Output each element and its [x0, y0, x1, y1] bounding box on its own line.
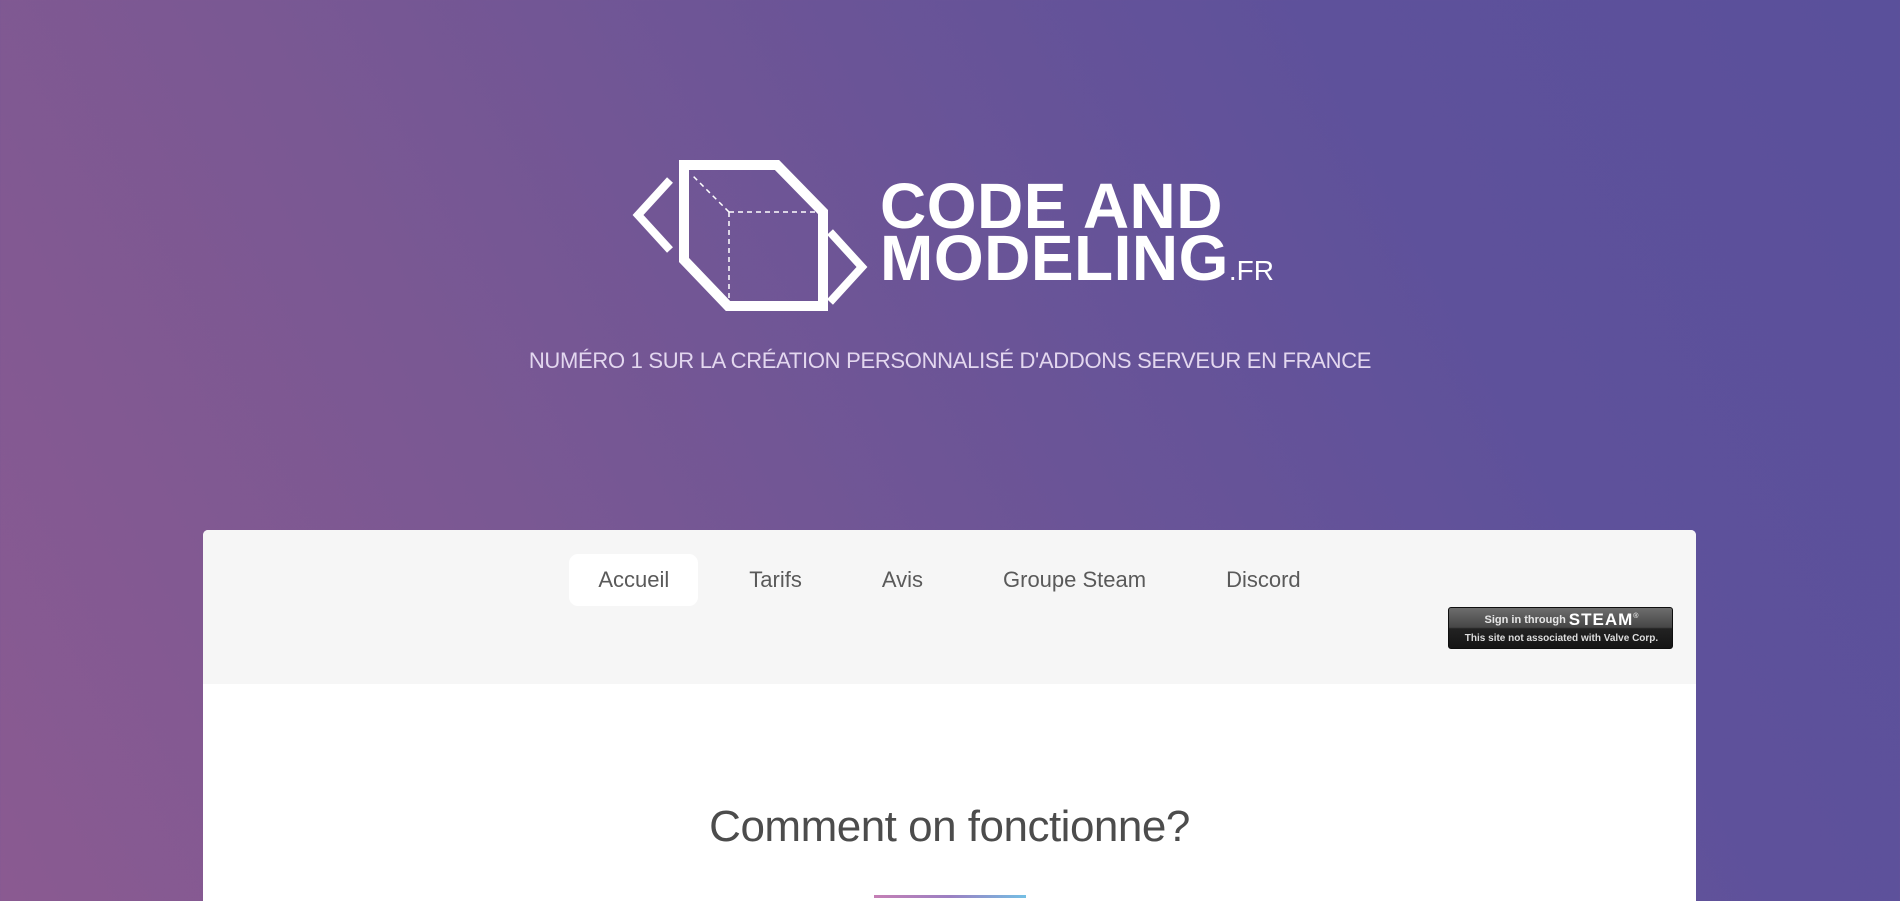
steam-login-small-text: Sign in through — [1484, 614, 1566, 626]
nav-item-avis[interactable]: Avis — [853, 554, 952, 606]
brand-name-main: MODELING — [880, 222, 1229, 294]
steam-login-top: Sign in through STEAM® — [1449, 610, 1674, 630]
steam-login-disclaimer: This site not associated with Valve Corp… — [1464, 633, 1659, 644]
nav-menu: Accueil Tarifs Avis Groupe Steam Discord — [203, 554, 1696, 606]
steam-login-button[interactable]: Sign in through STEAM® This site not asso… — [1448, 607, 1673, 649]
nav-item-accueil[interactable]: Accueil — [569, 554, 699, 606]
hero-header: CODE AND MODELING.FR NUMÉRO 1 SUR LA CRÉ… — [0, 0, 1900, 530]
brand-logo[interactable]: CODE AND MODELING.FR — [630, 160, 1274, 315]
section-title: Comment on fonctionne? — [709, 802, 1190, 851]
steam-logo-text: STEAM — [1568, 610, 1634, 629]
title-underline-divider — [874, 895, 1026, 898]
nav-item-groupe-steam[interactable]: Groupe Steam — [974, 554, 1175, 606]
tagline: NUMÉRO 1 SUR LA CRÉATION PERSONNALISÉ D'… — [528, 348, 1372, 373]
cube-in-code-brackets-icon — [632, 160, 868, 311]
steam-registered-mark: ® — [1633, 612, 1639, 620]
navbar: Accueil Tarifs Avis Groupe Steam Discord… — [203, 530, 1696, 684]
brand-name-line2: MODELING.FR — [880, 226, 1274, 303]
nav-item-discord[interactable]: Discord — [1197, 554, 1330, 606]
nav-item-tarifs[interactable]: Tarifs — [720, 554, 831, 606]
main-panel: Accueil Tarifs Avis Groupe Steam Discord… — [203, 530, 1696, 901]
brand-tld: .FR — [1228, 255, 1274, 286]
